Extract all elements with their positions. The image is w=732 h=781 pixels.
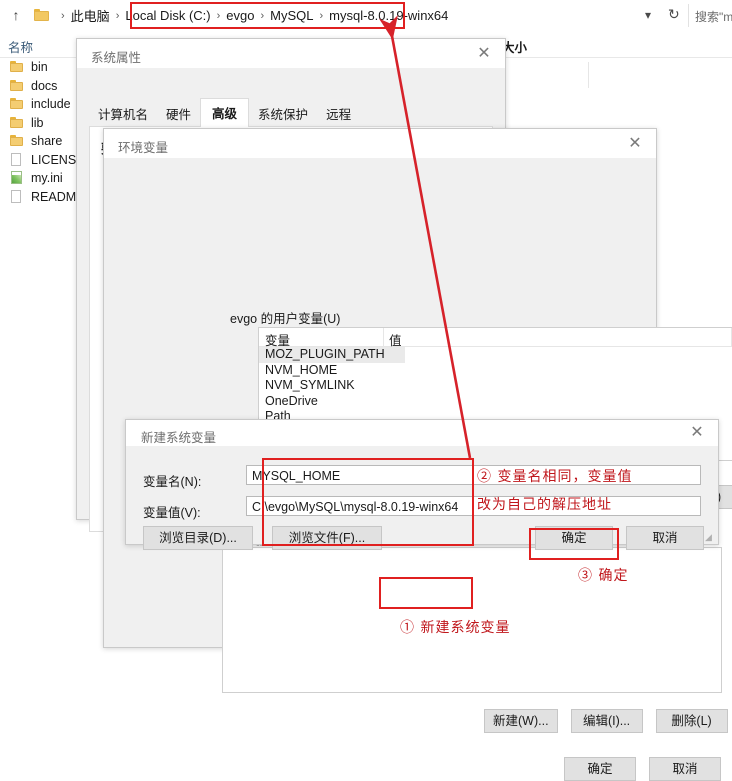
file-icon xyxy=(10,152,24,167)
browse-directory-button[interactable]: 浏览目录(D)... xyxy=(143,526,253,550)
file-name: include xyxy=(31,97,71,112)
variable-value-input[interactable]: C:\evgo\MySQL\mysql-8.0.19-winx64 xyxy=(246,496,701,516)
folder-icon xyxy=(10,60,24,74)
variable-row[interactable]: OneDrive xyxy=(259,394,732,410)
ok-button[interactable]: 确定 xyxy=(564,757,636,781)
breadcrumb-item-2[interactable]: evgo xyxy=(226,8,254,23)
resize-grip-icon[interactable]: ◢ xyxy=(705,532,715,542)
close-icon[interactable]: ✕ xyxy=(463,39,505,68)
refresh-icon[interactable]: ↻ xyxy=(668,6,680,23)
tab-2[interactable]: 高级 xyxy=(200,98,250,127)
folder-icon xyxy=(10,134,24,148)
variable-value-label: 变量值(V): xyxy=(143,506,201,520)
file-icon xyxy=(10,189,24,204)
up-arrow-icon[interactable]: ↑ xyxy=(8,7,24,23)
breadcrumb-item-1[interactable]: Local Disk (C:) xyxy=(125,8,210,23)
breadcrumb-separator: › xyxy=(260,9,265,22)
browse-buttons: 浏览目录(D)... 浏览文件(F)... xyxy=(143,526,382,550)
tab-1[interactable]: 硬件 xyxy=(157,100,200,127)
search-placeholder: 搜索"m xyxy=(695,10,732,24)
tab-3[interactable]: 系统保护 xyxy=(249,100,317,127)
browse-file-button[interactable]: 浏览文件(F)... xyxy=(272,526,382,550)
close-icon[interactable]: ✕ xyxy=(614,129,656,158)
folder-icon xyxy=(10,116,24,130)
search-input[interactable]: 搜索"m xyxy=(688,4,732,27)
breadcrumb-separator: › xyxy=(115,9,120,22)
breadcrumb[interactable]: › 此电脑 › Local Disk (C:) › evgo › MySQL ›… xyxy=(55,6,448,25)
edit-system-variable-button[interactable]: 编辑(I)... xyxy=(570,709,643,733)
system-properties-titlebar: 系统属性 ✕ xyxy=(77,39,505,68)
chevron-down-icon[interactable]: ▾ xyxy=(645,8,651,22)
folder-icon xyxy=(10,79,24,93)
breadcrumb-separator: › xyxy=(319,9,324,22)
file-name: share xyxy=(31,134,63,149)
system-properties-title: 系统属性 xyxy=(91,51,142,65)
environment-variables-footer-buttons: 确定 取消 xyxy=(564,757,721,781)
breadcrumb-separator: › xyxy=(61,9,65,22)
column-divider xyxy=(588,62,589,88)
variable-row[interactable]: NVM_SYMLINK xyxy=(259,378,732,394)
variable-name-label: 变量名(N): xyxy=(143,475,202,489)
file-name: lib xyxy=(31,115,44,130)
variable-row[interactable]: NVM_HOME xyxy=(259,363,732,379)
new-system-variable-titlebar: 新建系统变量 ✕ xyxy=(126,420,718,446)
ini-file-icon xyxy=(10,171,24,185)
system-variables-list[interactable] xyxy=(222,547,722,693)
folder-icon xyxy=(34,9,49,21)
environment-variables-title: 环境变量 xyxy=(118,141,169,155)
close-icon[interactable]: ✕ xyxy=(676,420,718,446)
variable-value-value: C:\evgo\MySQL\mysql-8.0.19-winx64 xyxy=(252,500,459,514)
file-name: bin xyxy=(31,60,48,75)
environment-variables-titlebar: 环境变量 ✕ xyxy=(104,129,656,158)
variable-row[interactable]: MOZ_PLUGIN_PATH xyxy=(259,347,405,363)
breadcrumb-item-0[interactable]: 此电脑 xyxy=(71,6,110,25)
header-divider[interactable] xyxy=(383,328,384,346)
tab-4[interactable]: 远程 xyxy=(317,100,360,127)
system-variable-buttons: 新建(W)... 编辑(I)... 删除(L) xyxy=(484,709,728,733)
new-system-variable-button[interactable]: 新建(W)... xyxy=(484,709,558,733)
environment-variables-dialog: 环境变量 ✕ evgo 的用户变量(U) 变量 值 MOZ_PLUGIN_PAT… xyxy=(103,128,732,781)
cancel-button[interactable]: 取消 xyxy=(626,526,704,550)
variable-name-input[interactable]: MYSQL_HOME xyxy=(246,465,701,485)
list-header: 变量 值 xyxy=(259,328,732,348)
delete-system-variable-button[interactable]: 删除(L) xyxy=(655,709,728,733)
column-header-name[interactable]: 名称 xyxy=(8,37,33,56)
file-name: my.ini xyxy=(31,171,63,186)
new-system-variable-footer-buttons: 确定 取消 xyxy=(535,526,704,550)
folder-icon xyxy=(10,97,24,111)
new-system-variable-title: 新建系统变量 xyxy=(141,431,217,445)
system-properties-tabs: 计算机名 硬件 高级 系统保护 远程 xyxy=(89,98,360,127)
tab-0[interactable]: 计算机名 xyxy=(89,100,157,127)
new-system-variable-dialog: 新建系统变量 ✕ 变量名(N): MYSQL_HOME 变量值(V): C:\e… xyxy=(125,419,719,550)
cancel-button[interactable]: 取消 xyxy=(649,757,721,781)
user-variables-label: evgo 的用户变量(U) xyxy=(230,312,341,326)
breadcrumb-separator: › xyxy=(216,9,221,22)
breadcrumb-item-4[interactable]: mysql-8.0.19-winx64 xyxy=(329,8,448,23)
address-bar: ↑ › 此电脑 › Local Disk (C:) › evgo › MySQL… xyxy=(0,0,732,32)
ok-button[interactable]: 确定 xyxy=(535,526,613,550)
file-name: docs xyxy=(31,78,58,93)
breadcrumb-item-3[interactable]: MySQL xyxy=(270,8,313,23)
variable-name-value: MYSQL_HOME xyxy=(252,469,341,483)
